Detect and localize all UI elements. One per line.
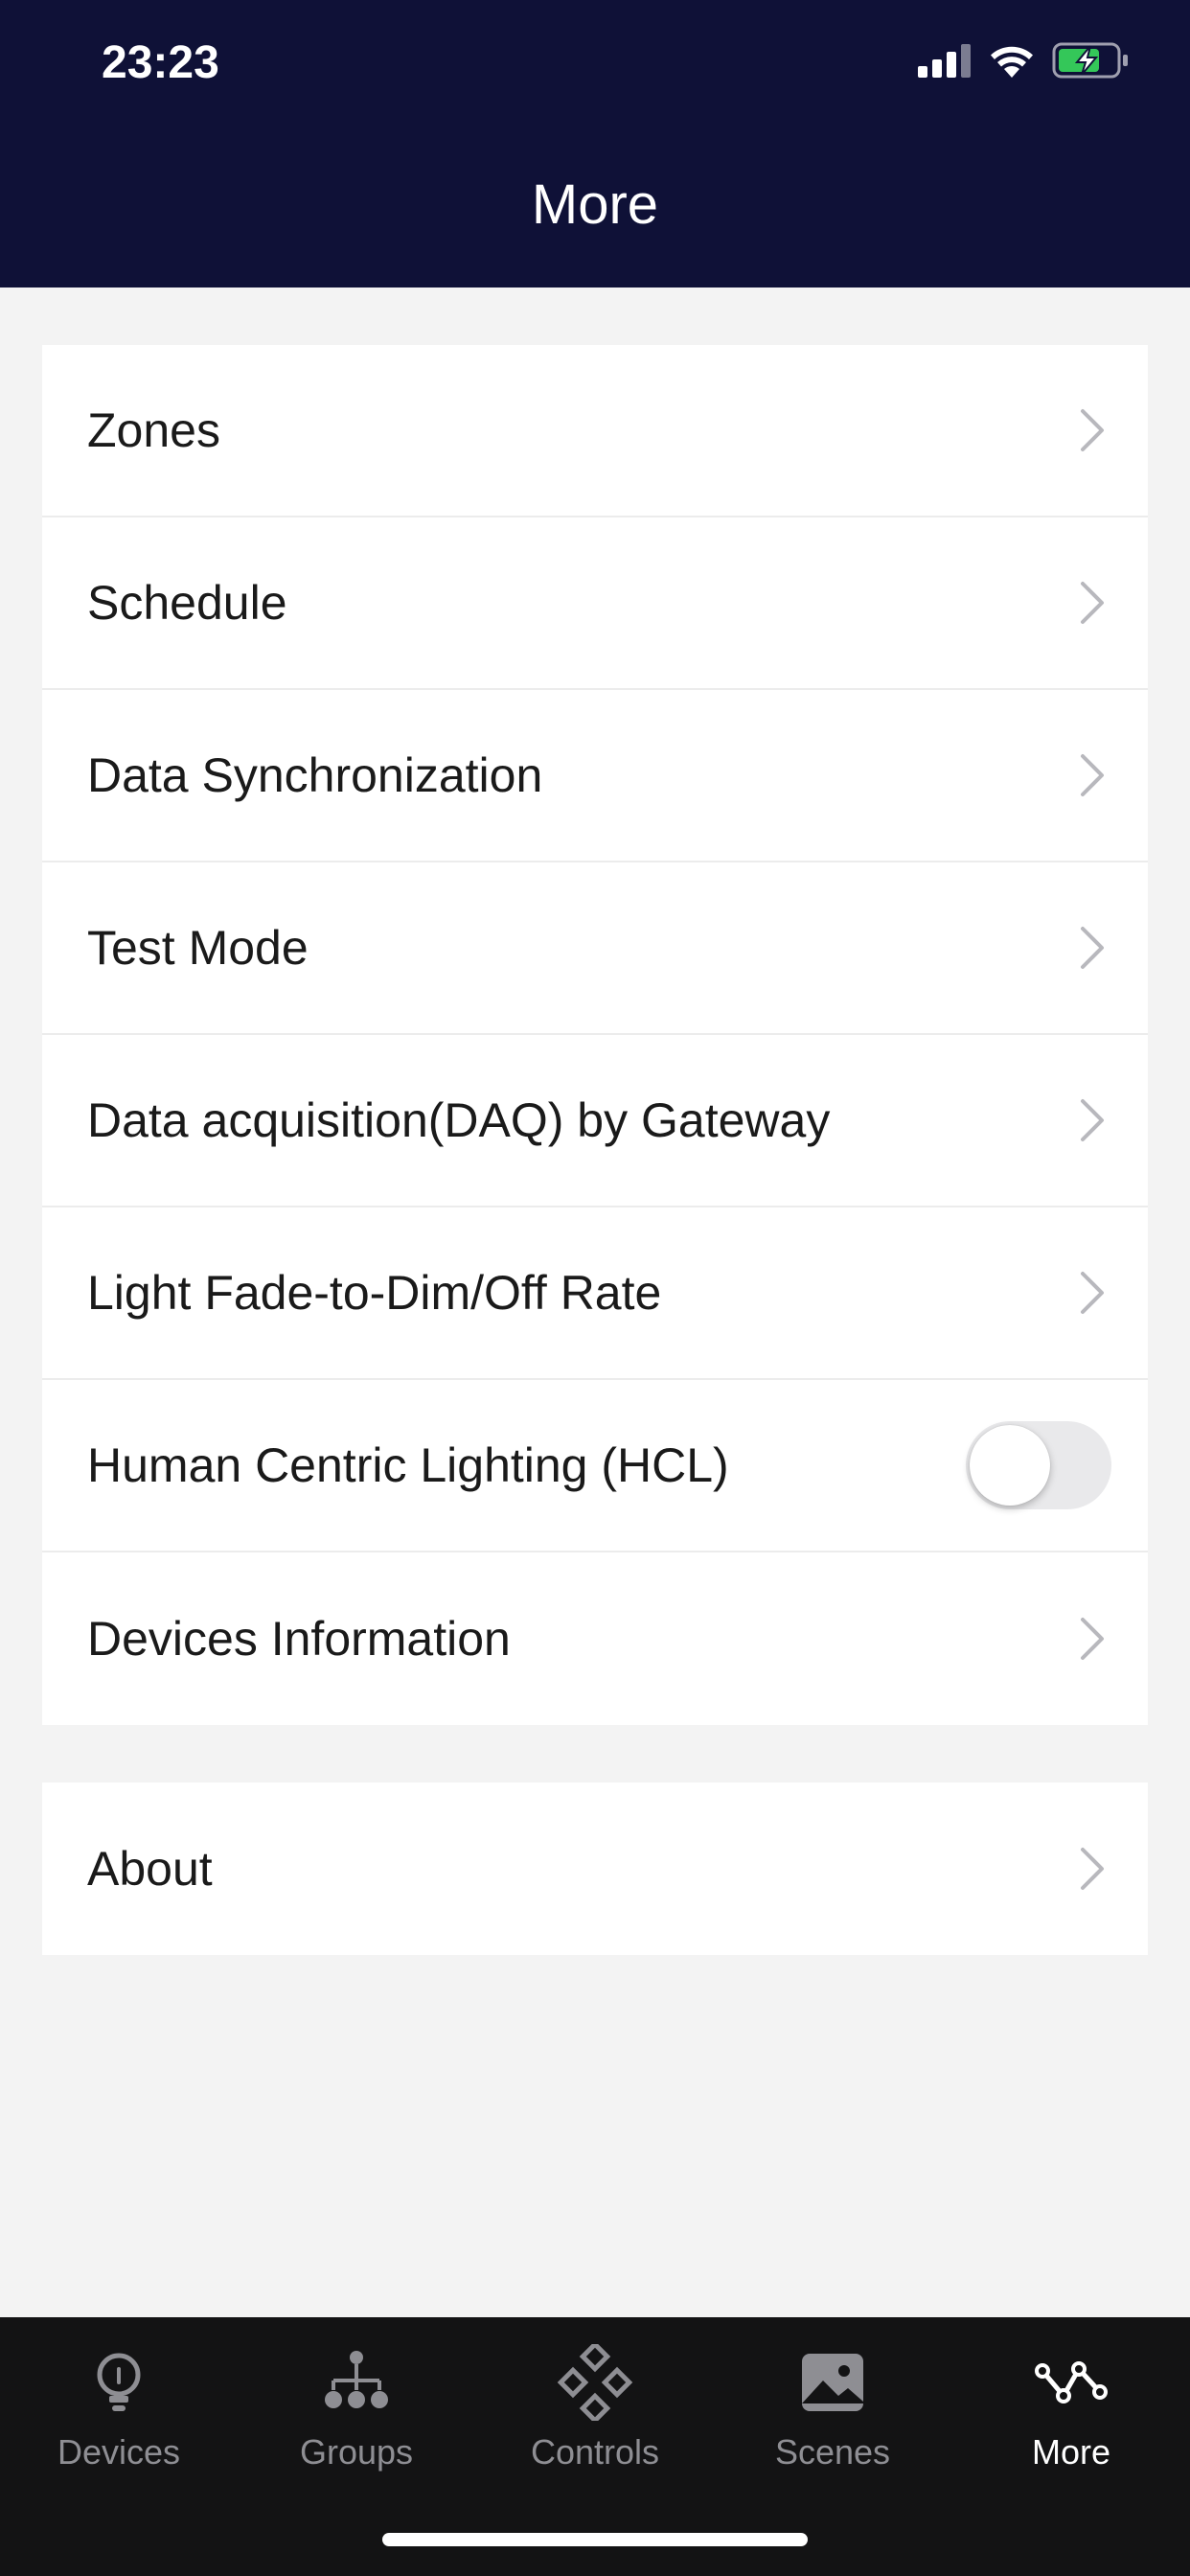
tab-devices[interactable]: Devices (0, 2317, 238, 2509)
menu-item-data-acquisition[interactable]: Data acquisition(DAQ) by Gateway (42, 1035, 1148, 1208)
chevron-right-icon (1081, 582, 1104, 624)
chevron-right-icon (1081, 754, 1104, 796)
menu-item-label: Data Synchronization (87, 748, 543, 802)
toggle-knob (970, 1425, 1050, 1506)
nodes-icon (1035, 2361, 1108, 2404)
chevron-right-icon (1081, 1099, 1104, 1141)
image-icon (802, 2354, 863, 2411)
menu-item-test-mode[interactable]: Test Mode (42, 862, 1148, 1035)
diamond-grid-icon (557, 2344, 633, 2421)
menu-item-label: Light Fade-to-Dim/Off Rate (87, 1266, 662, 1320)
menu-item-label: Zones (87, 403, 220, 457)
tab-label: Groups (299, 2432, 414, 2472)
header-bar: 23:23 More (0, 0, 1190, 288)
chevron-right-icon (1081, 1272, 1104, 1314)
menu-item-label: About (87, 1842, 213, 1896)
page-title: More (531, 173, 659, 236)
cellular-signal-icon (918, 44, 971, 78)
tab-more[interactable]: More (952, 2317, 1190, 2509)
tab-scenes[interactable]: Scenes (714, 2317, 951, 2509)
status-icons (918, 42, 1129, 79)
chevron-right-icon (1081, 1618, 1104, 1660)
tab-groups[interactable]: Groups (238, 2317, 475, 2509)
menu-item-label: Schedule (87, 576, 287, 630)
hcl-toggle[interactable] (966, 1421, 1111, 1509)
status-time: 23:23 (102, 37, 219, 88)
menu-item-data-synchronization[interactable]: Data Synchronization (42, 690, 1148, 862)
chevron-right-icon (1081, 927, 1104, 969)
home-indicator (382, 2533, 808, 2546)
menu-item-devices-information[interactable]: Devices Information (42, 1552, 1148, 1725)
hierarchy-icon (325, 2351, 388, 2408)
about-list: About (42, 1782, 1148, 1955)
menu-item-schedule[interactable]: Schedule (42, 518, 1148, 690)
chevron-right-icon (1081, 409, 1104, 451)
menu-item-zones[interactable]: Zones (42, 345, 1148, 518)
tab-bar: Devices Groups Controls Scenes More (0, 2317, 1190, 2576)
menu-item-light-fade-rate[interactable]: Light Fade-to-Dim/Off Rate (42, 1208, 1148, 1380)
chevron-right-icon (1081, 1848, 1104, 1890)
tab-controls[interactable]: Controls (476, 2317, 714, 2509)
tab-label: Devices (57, 2432, 181, 2472)
tab-label: Scenes (774, 2432, 891, 2472)
tab-label: Controls (530, 2432, 660, 2472)
menu-item-label: Human Centric Lighting (HCL) (87, 1438, 729, 1492)
tab-label: More (1031, 2432, 1111, 2472)
wifi-icon (991, 46, 1033, 78)
settings-list: Zones Schedule Data Synchronization Test… (42, 345, 1148, 1725)
bulb-icon (97, 2353, 141, 2411)
battery-charging-icon (1052, 42, 1128, 79)
menu-item-about[interactable]: About (42, 1782, 1148, 1955)
menu-item-label: Data acquisition(DAQ) by Gateway (87, 1093, 831, 1147)
menu-item-hcl: Human Centric Lighting (HCL) (42, 1380, 1148, 1552)
menu-item-label: Devices Information (87, 1612, 511, 1666)
menu-item-label: Test Mode (87, 921, 309, 975)
